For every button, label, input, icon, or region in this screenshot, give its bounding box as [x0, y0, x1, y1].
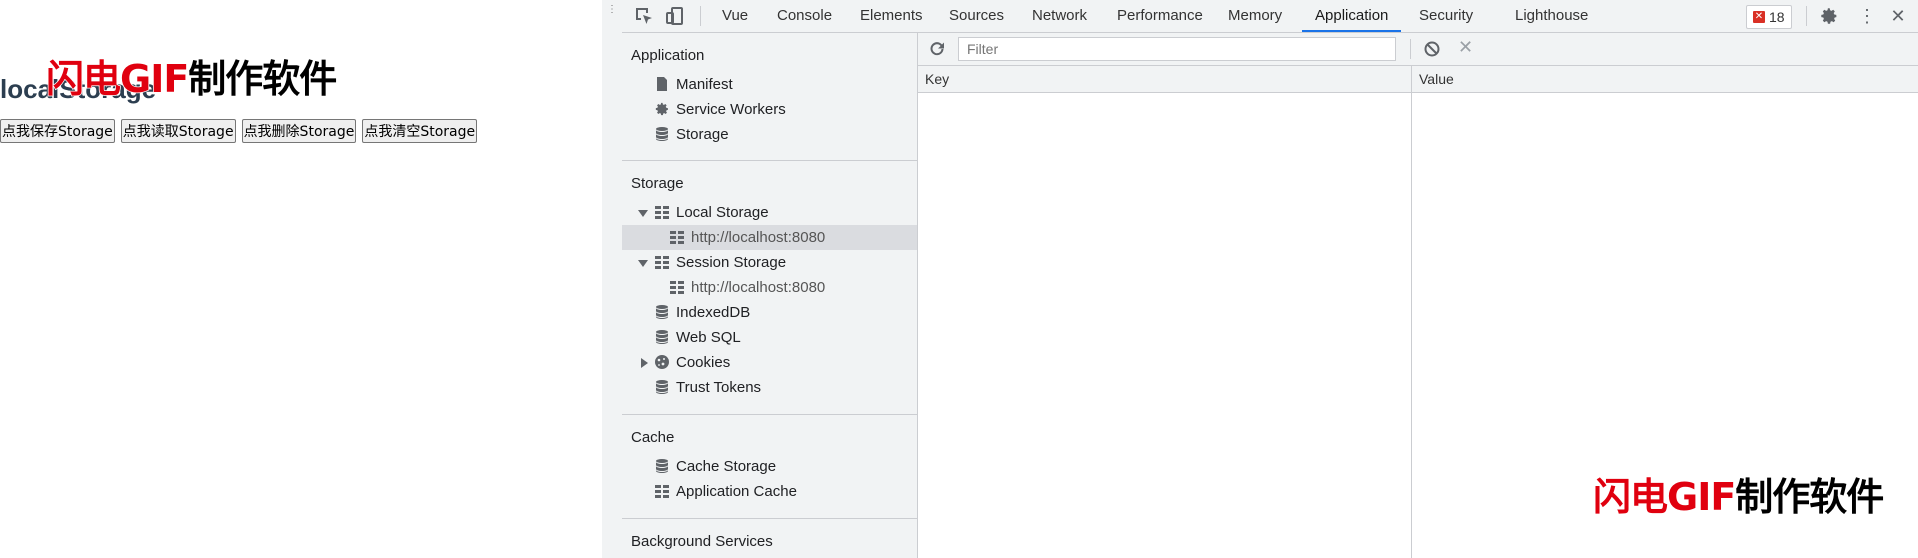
toolbar-divider: [1806, 6, 1807, 26]
watermark-red-text: 闪电GIF: [1592, 474, 1737, 520]
sidebar-item-label: Cookies: [676, 354, 731, 371]
tab-network[interactable]: Network: [1032, 0, 1087, 32]
more-options-icon[interactable]: ⋮: [1857, 6, 1877, 26]
tab-lighthouse[interactable]: Lighthouse: [1515, 0, 1588, 32]
clear-storage-button[interactable]: 点我清空Storage: [362, 119, 478, 143]
sidebar-item-session-storage-origin[interactable]: http://localhost:8080: [622, 275, 917, 300]
expand-arrow-icon[interactable]: [638, 210, 648, 217]
database-icon: [654, 379, 670, 395]
section-divider: [622, 160, 917, 161]
table-icon: [669, 229, 685, 245]
storage-table-panel: ✕ Key Value 闪电GIF制作软件: [918, 33, 1918, 558]
devtools-resize-gutter[interactable]: ⋮: [602, 0, 623, 558]
watermark-red-text: 闪电GIF: [45, 56, 190, 102]
tab-application[interactable]: Application: [1302, 0, 1402, 32]
sidebar-item-label: Service Workers: [676, 101, 786, 118]
section-divider: [622, 414, 917, 415]
drag-handle-icon[interactable]: ⋮: [607, 5, 617, 15]
file-icon: [654, 76, 670, 92]
column-header-value[interactable]: Value: [1419, 71, 1454, 87]
sidebar-item-label: IndexedDB: [676, 304, 751, 321]
database-icon: [654, 304, 670, 320]
error-count-badge[interactable]: ✕ 18: [1746, 5, 1792, 29]
filter-toolbar: ✕: [918, 33, 1918, 66]
settings-gear-icon[interactable]: [1819, 6, 1839, 26]
sidebar-item-storage-overview[interactable]: Storage: [622, 122, 917, 147]
error-icon: ✕: [1753, 11, 1765, 23]
section-divider: [622, 518, 917, 519]
sidebar-item-cache-storage[interactable]: Cache Storage: [622, 454, 917, 479]
sidebar-item-session-storage[interactable]: Session Storage: [622, 250, 917, 275]
watermark-black-text: 制作软件: [188, 56, 339, 102]
sidebar-item-web-sql[interactable]: Web SQL: [622, 325, 917, 350]
sidebar-item-local-storage-origin[interactable]: http://localhost:8080: [622, 225, 917, 250]
collapsed-arrow-icon[interactable]: [641, 358, 648, 368]
button-row: 点我保存Storage 点我读取Storage 点我删除Storage 点我清空…: [0, 119, 478, 143]
delete-selected-icon[interactable]: ✕: [1458, 37, 1473, 58]
database-icon: [654, 126, 670, 142]
sidebar-item-cookies[interactable]: Cookies: [622, 350, 917, 375]
toolbar-divider: [700, 6, 701, 26]
sidebar-item-label: Cache Storage: [676, 458, 777, 475]
table-icon: [654, 204, 670, 220]
sidebar-item-label: http://localhost:8080: [691, 279, 826, 296]
watermark-black-text: 制作软件: [1735, 474, 1886, 520]
sidebar-item-label: Storage: [676, 126, 729, 143]
gear-icon: [654, 101, 670, 117]
filter-input[interactable]: [958, 37, 1396, 61]
close-devtools-icon[interactable]: ✕: [1888, 6, 1908, 26]
refresh-icon[interactable]: [928, 40, 946, 61]
page-viewport: localStorage 点我保存Storage 点我读取Storage 点我删…: [0, 0, 602, 558]
cookie-icon: [654, 354, 670, 370]
section-title-cache: Cache: [631, 429, 675, 446]
toolbar-divider: [1410, 39, 1411, 59]
tab-console[interactable]: Console: [777, 0, 832, 32]
clear-all-icon[interactable]: [1423, 40, 1441, 61]
sidebar-item-indexeddb[interactable]: IndexedDB: [622, 300, 917, 325]
tab-elements[interactable]: Elements: [860, 0, 923, 32]
save-storage-button[interactable]: 点我保存Storage: [0, 119, 115, 143]
table-icon: [654, 483, 670, 499]
section-title-application: Application: [631, 47, 705, 64]
error-count: 18: [1769, 9, 1785, 25]
watermark-logo: 闪电GIF制作软件: [45, 48, 339, 103]
grid-header: Key Value: [918, 66, 1918, 93]
sidebar-item-service-workers[interactable]: Service Workers: [622, 97, 917, 122]
delete-storage-button[interactable]: 点我删除Storage: [241, 119, 357, 143]
section-title-background-services: Background Services: [631, 533, 773, 550]
sidebar-item-application-cache[interactable]: Application Cache: [622, 479, 917, 504]
sidebar-item-local-storage[interactable]: Local Storage: [622, 200, 917, 225]
sidebar-item-label: Web SQL: [676, 329, 741, 346]
tab-security[interactable]: Security: [1419, 0, 1473, 32]
table-icon: [669, 279, 685, 295]
sidebar-item-label: Local Storage: [676, 204, 769, 221]
watermark-logo: 闪电GIF制作软件: [1592, 466, 1886, 521]
database-icon: [654, 329, 670, 345]
table-icon: [654, 254, 670, 270]
section-title-storage: Storage: [631, 175, 684, 192]
sidebar-item-label: http://localhost:8080: [691, 229, 826, 246]
application-sidebar: Application Manifest Service Workers Sto…: [622, 33, 918, 558]
device-toolbar-icon[interactable]: [665, 6, 685, 26]
sidebar-item-manifest[interactable]: Manifest: [622, 72, 917, 97]
tab-vue[interactable]: Vue: [722, 0, 748, 32]
expand-arrow-icon[interactable]: [638, 260, 648, 267]
sidebar-item-label: Session Storage: [676, 254, 787, 271]
devtools-toolbar: Vue Console Elements Sources Network Per…: [622, 0, 1918, 33]
tab-performance[interactable]: Performance: [1117, 0, 1203, 32]
inspect-element-icon[interactable]: [634, 6, 654, 26]
database-icon: [654, 458, 670, 474]
sidebar-item-label: Manifest: [676, 76, 733, 93]
sidebar-item-trust-tokens[interactable]: Trust Tokens: [622, 375, 917, 400]
tab-sources[interactable]: Sources: [949, 0, 1004, 32]
column-divider[interactable]: [1411, 66, 1412, 558]
read-storage-button[interactable]: 点我读取Storage: [120, 119, 236, 143]
sidebar-item-label: Trust Tokens: [676, 379, 762, 396]
tab-memory[interactable]: Memory: [1228, 0, 1282, 32]
column-header-key[interactable]: Key: [925, 71, 949, 87]
sidebar-item-label: Application Cache: [676, 483, 797, 500]
